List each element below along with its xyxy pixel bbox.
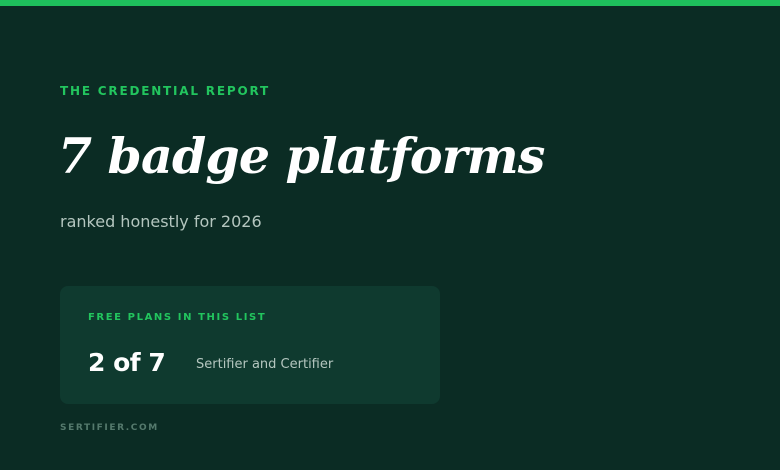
eyebrow-label: THE CREDENTIAL REPORT <box>60 84 270 98</box>
accent-top-bar <box>0 0 780 6</box>
stat-card-value: 2 of 7 <box>88 348 166 377</box>
headline: 7 badge platforms <box>58 127 545 185</box>
stat-card-label: FREE PLANS IN THIS LIST <box>88 312 267 323</box>
subheadline: ranked honestly for 2026 <box>60 212 262 231</box>
footer-domain: SERTIFIER.COM <box>60 423 159 433</box>
stat-card: FREE PLANS IN THIS LIST 2 of 7 Sertifier… <box>60 286 440 404</box>
stat-card-detail: Sertifier and Certifier <box>196 357 334 372</box>
